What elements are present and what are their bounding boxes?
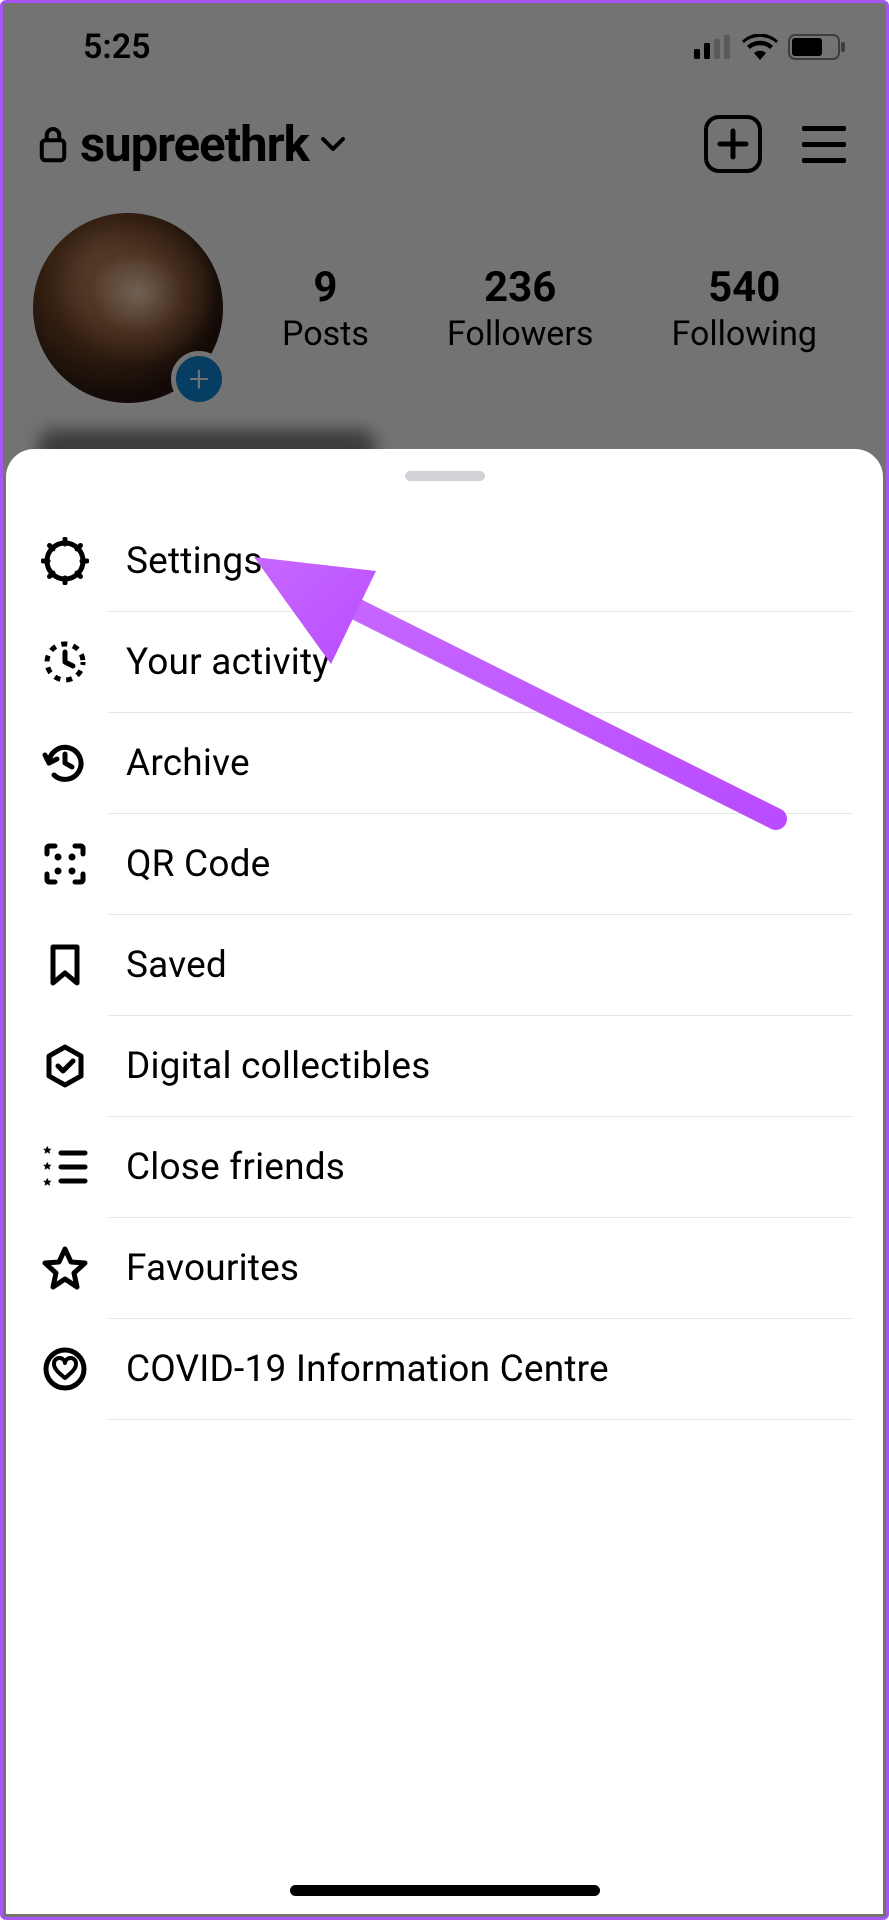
archive-history-icon <box>40 738 90 788</box>
menu-item-label: QR Code <box>126 843 271 886</box>
qr-code-icon <box>40 839 90 889</box>
bookmark-icon <box>40 940 90 990</box>
menu-item-covid-info[interactable]: COVID-19 Information Centre <box>36 1319 853 1419</box>
hexagon-check-icon <box>40 1041 90 1091</box>
star-icon <box>40 1243 90 1293</box>
menu-item-qr-code[interactable]: QR Code <box>36 814 853 914</box>
menu-item-label: Archive <box>126 742 250 785</box>
menu-list: Settings Your activity Archive QR Code <box>6 511 883 1420</box>
menu-item-label: Saved <box>126 944 227 987</box>
home-indicator[interactable] <box>290 1885 600 1896</box>
divider <box>108 1419 853 1420</box>
menu-item-label: Close friends <box>126 1146 345 1189</box>
heart-circle-icon <box>40 1344 90 1394</box>
menu-item-saved[interactable]: Saved <box>36 915 853 1015</box>
menu-item-label: Digital collectibles <box>126 1045 431 1088</box>
menu-item-label: COVID-19 Information Centre <box>126 1348 609 1391</box>
menu-item-label: Settings <box>126 540 263 583</box>
menu-item-your-activity[interactable]: Your activity <box>36 612 853 712</box>
menu-item-archive[interactable]: Archive <box>36 713 853 813</box>
bottom-sheet: Settings Your activity Archive QR Code <box>6 449 883 1914</box>
menu-item-label: Your activity <box>126 641 330 684</box>
menu-item-digital-collectibles[interactable]: Digital collectibles <box>36 1016 853 1116</box>
star-list-icon <box>40 1142 90 1192</box>
menu-item-label: Favourites <box>126 1247 299 1290</box>
menu-item-favourites[interactable]: Favourites <box>36 1218 853 1318</box>
sheet-grabber[interactable] <box>405 471 485 481</box>
activity-clock-icon <box>40 637 90 687</box>
menu-item-settings[interactable]: Settings <box>36 511 853 611</box>
gear-icon <box>40 536 90 586</box>
menu-item-close-friends[interactable]: Close friends <box>36 1117 853 1217</box>
